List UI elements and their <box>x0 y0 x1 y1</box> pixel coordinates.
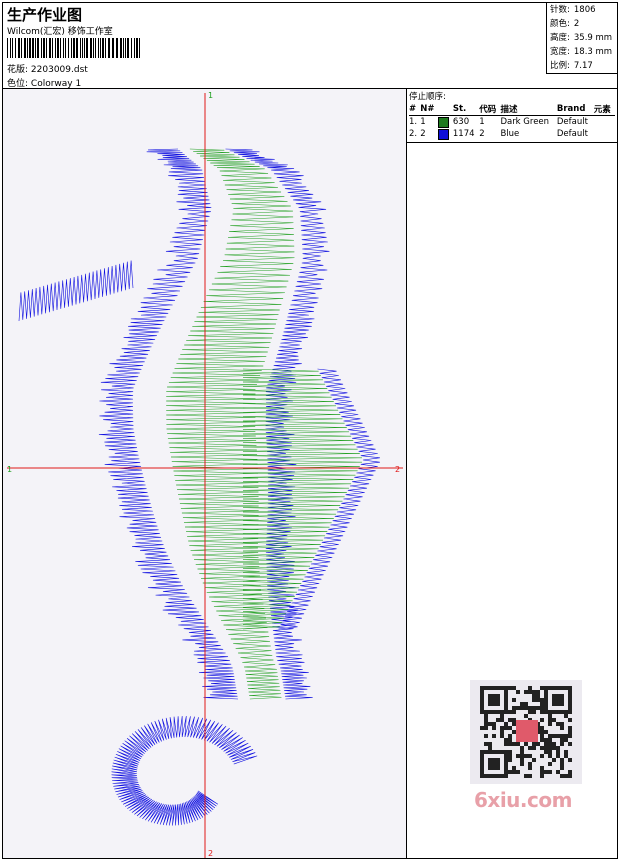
page-title: 生产作业图 <box>7 6 83 24</box>
axis-label-top: 1 <box>208 91 213 100</box>
table-header-row: # N# St. 代码 描述 Brand 元素 <box>409 103 615 116</box>
color-swatch-green <box>438 116 450 128</box>
design-file-label: 花版: <box>7 65 29 75</box>
qr-code-image <box>470 680 582 784</box>
colorway-label: 色位: <box>7 79 29 89</box>
design-canvas[interactable]: 1 1 2 2 <box>3 89 407 858</box>
stat-width: 宽度: 18.3 mm <box>550 47 613 57</box>
color-swatch-blue <box>438 128 450 140</box>
col-description: 描述 <box>500 103 557 116</box>
col-needle: N# <box>420 103 439 116</box>
qr-code-icon <box>480 686 572 778</box>
stats-panel: 针数: 1806 颜色: 2 高度: 35.9 mm 宽度: 18.3 mm 比例: 7.… <box>546 3 617 74</box>
colorway-row: 色位: Colorway 1 <box>7 76 81 89</box>
barcode-image <box>7 38 140 58</box>
axis-label-bottom: 2 <box>208 849 213 858</box>
design-file-row: 花版: 2203009.dst <box>7 62 88 75</box>
watermark-logo: 6xiu.com <box>474 788 572 812</box>
stat-height: 高度: 35.9 mm <box>550 33 613 43</box>
col-element: 元素 <box>593 103 615 116</box>
stop-sequence-title: 停止顺序: <box>409 92 446 102</box>
embroidery-preview: 1 1 2 2 <box>7 91 403 858</box>
col-index: # <box>409 103 421 116</box>
axis-label-right: 2 <box>395 465 400 474</box>
stop-sequence-table: # N# St. 代码 描述 Brand 元素 1. 1 630 1 Dark … <box>409 103 615 140</box>
col-swatch <box>438 103 453 116</box>
stat-scale: 比例: 7.17 <box>550 61 593 71</box>
design-file-value: 2203009.dst <box>30 65 88 75</box>
colorway-value: Colorway 1 <box>30 79 82 89</box>
studio-name: Wilcom(汇宏) 移饰工作室 <box>7 27 113 37</box>
col-stitches: St. <box>452 103 480 116</box>
header: 生产作业图 Wilcom(汇宏) 移饰工作室 花版: 2203009.dst 色… <box>3 3 617 89</box>
col-brand: Brand <box>556 103 594 116</box>
stat-colors: 颜色: 2 <box>550 19 580 29</box>
table-row[interactable]: 1. 1 630 1 Dark Green Default <box>409 116 615 129</box>
table-row[interactable]: 2. 2 1174 2 Blue Default <box>409 128 615 140</box>
stat-stitches: 针数: 1806 <box>550 5 596 15</box>
col-code: 代码 <box>479 103 501 116</box>
axis-label-left: 1 <box>7 465 12 474</box>
stop-sequence-panel: 停止顺序: # N# St. 代码 描述 Brand 元素 1. 1 630 1… <box>407 89 617 143</box>
